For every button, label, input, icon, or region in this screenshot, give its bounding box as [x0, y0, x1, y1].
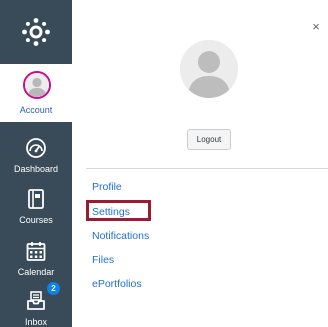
canvas-logo-icon[interactable]: [9, 0, 63, 64]
nav-item-dashboard[interactable]: Dashboard: [0, 130, 72, 182]
inbox-unread-badge: 2: [47, 282, 60, 295]
nav-label-dashboard: Dashboard: [13, 164, 59, 174]
notifications-link[interactable]: Notifications: [92, 230, 149, 242]
close-icon[interactable]: ×: [309, 20, 323, 34]
global-navigation: Account Dashboard Courses Calendar 2 Inb…: [0, 0, 72, 327]
profile-link[interactable]: Profile: [92, 181, 122, 193]
profile-avatar: [180, 40, 238, 98]
courses-icon: [28, 189, 44, 209]
nav-item-courses[interactable]: Courses: [0, 181, 72, 233]
nav-label-courses: Courses: [19, 215, 53, 225]
files-link[interactable]: Files: [92, 254, 114, 266]
logout-button[interactable]: Logout: [187, 129, 231, 150]
eportfolios-link[interactable]: ePortfolios: [92, 278, 142, 290]
nav-item-inbox[interactable]: 2 Inbox: [0, 282, 72, 327]
nav-label-calendar: Calendar: [17, 267, 55, 277]
dashboard-icon: [26, 138, 46, 158]
nav-label-account: Account: [19, 105, 53, 115]
nav-label-inbox: Inbox: [24, 317, 48, 327]
tray-divider: [86, 168, 328, 169]
calendar-icon: [26, 242, 46, 261]
inbox-icon: [27, 291, 45, 310]
user-avatar-icon: [180, 40, 238, 98]
nav-item-calendar[interactable]: Calendar: [0, 233, 72, 285]
settings-link[interactable]: Settings: [92, 206, 130, 218]
nav-item-account[interactable]: Account: [0, 64, 72, 122]
account-avatar: [23, 71, 51, 99]
user-avatar-icon: [25, 73, 49, 97]
app-root: Account Dashboard Courses Calendar 2 Inb…: [0, 0, 328, 327]
